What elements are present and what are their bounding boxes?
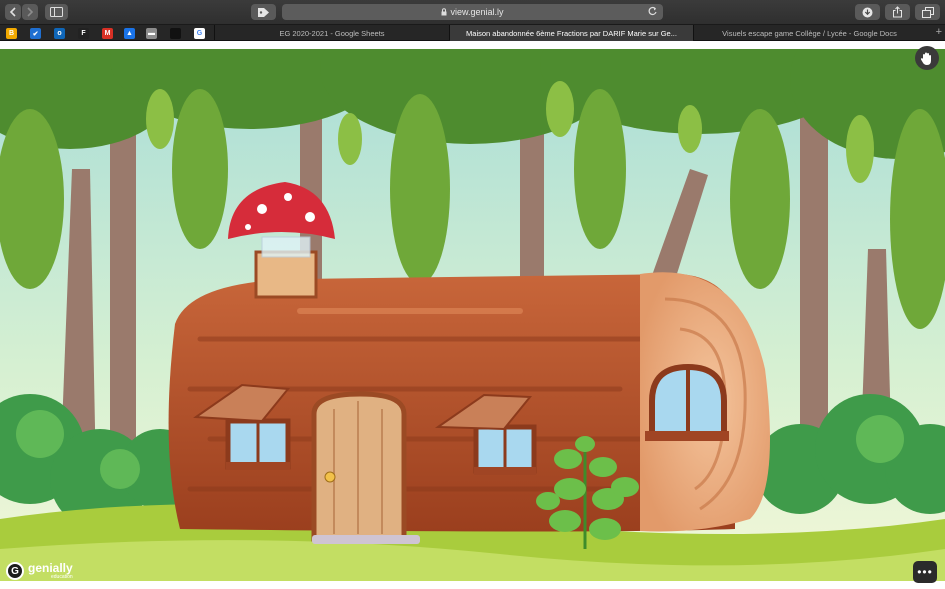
genially-logo-icon: G bbox=[6, 562, 24, 580]
tab-google-docs[interactable]: Visuels escape game Collège / Lycée - Go… bbox=[693, 25, 925, 41]
chevron-right-icon bbox=[27, 7, 34, 17]
tab-label: EG 2020-2021 - Google Sheets bbox=[279, 28, 385, 38]
browser-window: view.genial.ly B ✔ o F M ▲ ▬ G EG 2020-2021 - G… bbox=[0, 0, 945, 589]
tag-icon bbox=[258, 7, 269, 17]
bookmark-drive-icon[interactable]: ▲ bbox=[124, 28, 135, 39]
more-options-button[interactable]: ••• bbox=[913, 561, 937, 583]
hand-icon bbox=[920, 52, 931, 65]
bookmark-2-icon[interactable]: ✔ bbox=[30, 28, 41, 39]
bookmark-google-icon[interactable]: G bbox=[194, 28, 205, 39]
reload-icon[interactable] bbox=[647, 6, 658, 17]
chevron-left-icon bbox=[9, 7, 16, 17]
tab-label: Maison abandonnée 6ème Fractions par DAR… bbox=[466, 28, 677, 38]
more-icon: ••• bbox=[917, 565, 933, 579]
genially-sub: education bbox=[51, 574, 73, 580]
forward-button[interactable] bbox=[22, 4, 38, 20]
tab-genially-active[interactable]: Maison abandonnée 6ème Fractions par DAR… bbox=[449, 25, 693, 41]
new-tab-button[interactable]: + bbox=[936, 26, 942, 38]
url-text: view.genial.ly bbox=[450, 7, 504, 17]
bookmark-5-icon[interactable]: ▬ bbox=[146, 28, 157, 39]
tabs-overview-button[interactable] bbox=[915, 4, 940, 20]
bookmark-gmail-icon[interactable]: M bbox=[102, 28, 113, 39]
share-icon bbox=[893, 6, 902, 18]
bookmark-1-icon[interactable]: B bbox=[6, 28, 17, 39]
bookmark-4-icon[interactable]: F bbox=[78, 28, 89, 39]
bookmark-6-icon[interactable] bbox=[170, 28, 181, 39]
genially-brand: genially bbox=[28, 561, 73, 575]
genially-logo[interactable]: G genially education bbox=[6, 562, 73, 580]
sidebar-icon bbox=[50, 7, 63, 17]
download-icon bbox=[862, 7, 873, 17]
tabs-overview-icon bbox=[921, 6, 934, 18]
address-bar[interactable]: view.genial.ly bbox=[282, 4, 663, 20]
browser-toolbar: view.genial.ly bbox=[0, 0, 945, 24]
tab-google-sheets[interactable]: EG 2020-2021 - Google Sheets bbox=[214, 25, 449, 41]
back-button[interactable] bbox=[5, 4, 21, 20]
forest-log-house-illustration bbox=[0, 49, 945, 581]
lock-icon bbox=[441, 8, 447, 16]
tab-label: Visuels escape game Collège / Lycée - Go… bbox=[722, 28, 897, 38]
sidebar-button[interactable] bbox=[45, 4, 68, 20]
bookmark-3-icon[interactable]: o bbox=[54, 28, 65, 39]
genially-stage[interactable] bbox=[0, 49, 945, 581]
tab-bar: B ✔ o F M ▲ ▬ G EG 2020-2021 - Google Sheets Ma… bbox=[0, 24, 945, 41]
extension-button[interactable] bbox=[251, 4, 276, 20]
hand-tool-button[interactable] bbox=[915, 46, 939, 70]
share-button[interactable] bbox=[885, 4, 910, 20]
download-button[interactable] bbox=[855, 4, 880, 20]
